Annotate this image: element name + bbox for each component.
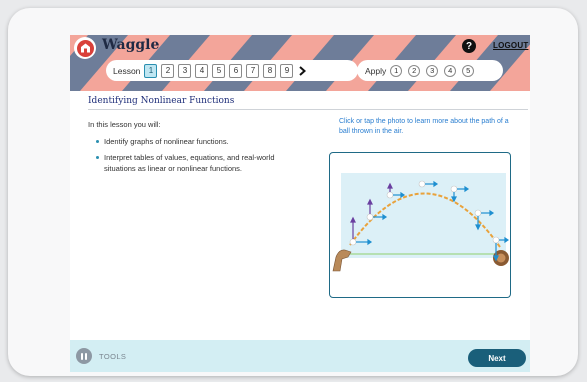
lesson-label: Lesson bbox=[113, 65, 141, 76]
apply-button-2[interactable]: 2 bbox=[408, 64, 421, 77]
lesson-button-8[interactable]: 8 bbox=[263, 63, 277, 78]
lesson-button-5[interactable]: 5 bbox=[212, 63, 226, 78]
question-circle-icon[interactable]: ? bbox=[462, 39, 476, 53]
footer-bar: TOOLS Next bbox=[70, 340, 530, 372]
tools-label[interactable]: TOOLS bbox=[99, 352, 126, 361]
chevron-right-icon[interactable] bbox=[297, 64, 307, 78]
ball-path-photo[interactable] bbox=[329, 152, 511, 298]
apply-button-4[interactable]: 4 bbox=[444, 64, 457, 77]
objective-item: Interpret tables of values, equations, a… bbox=[96, 152, 301, 174]
title-divider bbox=[88, 109, 528, 110]
objective-item: Identify graphs of nonlinear functions. bbox=[96, 136, 301, 147]
header-bar: Waggle ? LOGOUT Lesson 1 2 3 4 5 6 7 8 9… bbox=[70, 35, 530, 91]
apply-label: Apply bbox=[365, 65, 387, 76]
lesson-intro: In this lesson you will: bbox=[88, 120, 161, 129]
tablet-frame: Waggle ? LOGOUT Lesson 1 2 3 4 5 6 7 8 9… bbox=[8, 8, 578, 376]
lesson-button-6[interactable]: 6 bbox=[229, 63, 243, 78]
barn-logo-icon bbox=[74, 37, 96, 59]
pause-tools-icon[interactable] bbox=[76, 348, 92, 364]
photo-caption: Click or tap the photo to learn more abo… bbox=[339, 118, 509, 135]
logout-link[interactable]: LOGOUT bbox=[493, 41, 528, 50]
apply-button-1[interactable]: 1 bbox=[390, 64, 403, 77]
lesson-title: Identifying Nonlinear Functions bbox=[88, 96, 235, 106]
objectives-list: Identify graphs of nonlinear functions. … bbox=[96, 136, 301, 179]
app-screen: Waggle ? LOGOUT Lesson 1 2 3 4 5 6 7 8 9… bbox=[70, 35, 530, 372]
lesson-button-4[interactable]: 4 bbox=[195, 63, 209, 78]
projectile-illustration bbox=[332, 173, 510, 272]
lesson-button-1[interactable]: 1 bbox=[144, 63, 158, 78]
apply-button-3[interactable]: 3 bbox=[426, 64, 439, 77]
lesson-button-3[interactable]: 3 bbox=[178, 63, 192, 78]
app-brand: Waggle bbox=[102, 37, 160, 53]
lesson-button-9[interactable]: 9 bbox=[280, 63, 294, 78]
lesson-button-7[interactable]: 7 bbox=[246, 63, 260, 78]
apply-nav: Apply 1 2 3 4 5 bbox=[357, 60, 503, 81]
next-button[interactable]: Next bbox=[468, 349, 526, 367]
lesson-nav: Lesson 1 2 3 4 5 6 7 8 9 bbox=[106, 60, 358, 81]
lesson-button-2[interactable]: 2 bbox=[161, 63, 175, 78]
apply-button-5[interactable]: 5 bbox=[462, 64, 475, 77]
